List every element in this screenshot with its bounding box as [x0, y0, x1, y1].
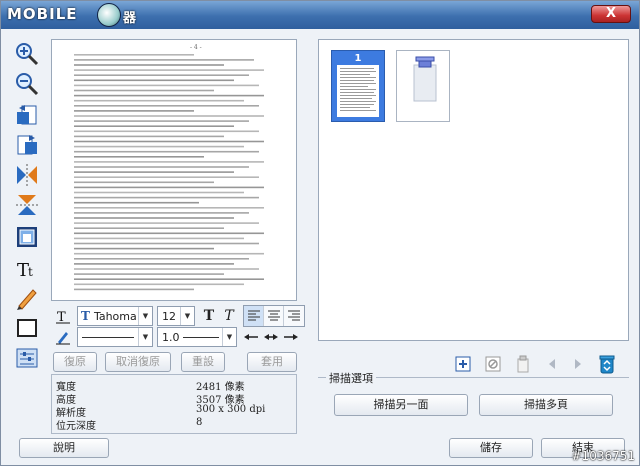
bold-button[interactable]: T	[199, 306, 219, 326]
app-logo-icon	[97, 3, 121, 27]
text-format-row: T T Tahoma ▼ 12 ▼ T T	[53, 305, 305, 327]
chevron-down-icon: ▼	[138, 307, 152, 325]
watermark-text: #1036751	[571, 449, 636, 463]
undo-button[interactable]: 復原	[53, 352, 97, 372]
font-name-value: Tahoma	[93, 309, 137, 323]
align-right-icon[interactable]	[284, 306, 304, 326]
rectangle-tool-icon[interactable]	[11, 313, 43, 343]
chevron-down-icon: ▼	[138, 328, 152, 346]
scan-options-title: 掃描選項	[326, 370, 376, 386]
svg-text:T: T	[57, 310, 66, 324]
zoom-out-icon[interactable]	[11, 69, 43, 99]
line-format-row: ▼ 1.0 ▼	[53, 326, 301, 348]
apply-button[interactable]: 套用	[247, 352, 297, 372]
line-style-preview	[78, 331, 138, 344]
info-row-resolution: 解析度 300 x 300 dpi	[56, 404, 266, 419]
reset-button[interactable]: 重設	[181, 352, 225, 372]
font-size-value: 12	[162, 309, 176, 323]
line-color-icon[interactable]	[53, 327, 73, 347]
line-width-select[interactable]: 1.0 ▼	[157, 327, 237, 347]
thumbnail-image	[337, 65, 379, 117]
arrow-right-end-icon[interactable]	[281, 327, 301, 347]
line-width-value: 1.0	[158, 331, 222, 344]
arrow-both-ends-icon[interactable]	[261, 327, 281, 347]
italic-button[interactable]: T	[219, 306, 239, 326]
align-center-icon[interactable]	[264, 306, 284, 326]
title-app-text: 器	[123, 11, 137, 26]
svg-text:t: t	[28, 265, 33, 279]
help-button[interactable]: 說明	[19, 438, 109, 458]
title-logo-text: MOBILE	[7, 5, 78, 23]
thumbnail-add-page[interactable]	[396, 50, 450, 122]
add-page-icon[interactable]	[452, 353, 474, 375]
thumbnail-page-1[interactable]: 1	[331, 50, 385, 122]
chevron-down-icon: ▼	[180, 307, 194, 325]
next-page-icon[interactable]	[567, 353, 589, 375]
font-select[interactable]: T Tahoma ▼	[77, 306, 153, 326]
rotate-right-icon[interactable]	[11, 130, 43, 160]
thumbnail-page-number: 1	[354, 53, 362, 64]
scan-other-side-button[interactable]: 掃描另一面	[334, 394, 468, 416]
flip-horizontal-icon[interactable]	[11, 160, 43, 190]
scanner-window: MOBILE 器 X Tt - 4 - T T Tahoma ▼ 12 ▼ T …	[0, 0, 640, 466]
save-button[interactable]: 儲存	[449, 438, 533, 458]
previous-page-icon[interactable]	[541, 353, 563, 375]
flip-vertical-icon[interactable]	[11, 190, 43, 220]
line-style-select[interactable]: ▼	[77, 327, 153, 347]
title-bar[interactable]: MOBILE 器 X	[1, 1, 639, 29]
arrow-left-end-icon[interactable]	[241, 327, 261, 347]
cancel-undo-button[interactable]: 取消復原	[105, 352, 171, 372]
scan-placeholder-icon	[413, 56, 437, 102]
adjust-settings-icon[interactable]	[11, 343, 43, 373]
thumbnail-panel: 1	[318, 39, 629, 374]
close-button[interactable]: X	[591, 5, 631, 23]
page-preview[interactable]: - 4 -	[51, 39, 297, 301]
rotate-left-icon[interactable]	[11, 100, 43, 130]
info-row-height: 高度 3507 像素	[56, 395, 245, 406]
chevron-down-icon: ▼	[222, 328, 236, 346]
info-row-bit-depth: 位元深度 8	[56, 417, 203, 432]
crop-icon[interactable]	[11, 222, 43, 252]
font-size-select[interactable]: 12 ▼	[157, 306, 195, 326]
document-text-lines	[74, 54, 264, 291]
recycle-bin-icon[interactable]	[596, 353, 618, 375]
scan-page-icon[interactable]	[512, 353, 534, 375]
info-row-width: 寬度 2481 像素	[56, 382, 245, 393]
delete-page-icon[interactable]	[482, 353, 504, 375]
zoom-in-icon[interactable]	[11, 39, 43, 69]
scan-multi-page-button[interactable]: 掃描多頁	[479, 394, 613, 416]
align-group	[243, 305, 305, 327]
text-style-icon[interactable]: T	[53, 306, 73, 326]
pencil-icon[interactable]	[11, 283, 43, 313]
image-info-panel: 寬度 2481 像素 高度 3507 像素 解析度 300 x 300 dpi 位元深…	[51, 374, 297, 434]
align-left-icon[interactable]	[244, 306, 264, 326]
text-tool-icon[interactable]: Tt	[11, 253, 43, 283]
font-type-icon: T	[81, 309, 90, 323]
